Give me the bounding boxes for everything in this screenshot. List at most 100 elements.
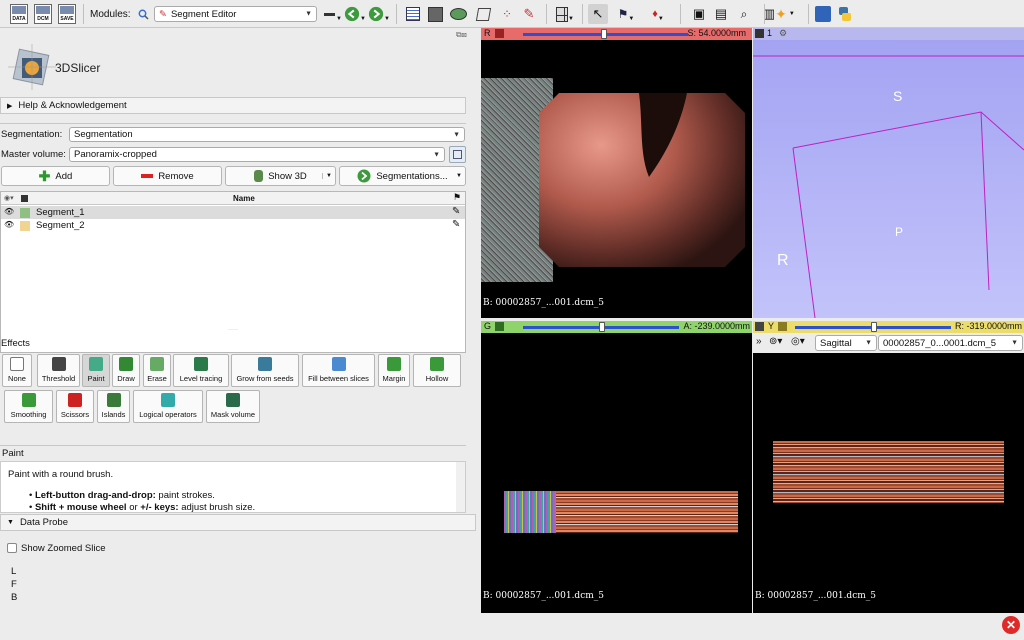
scene-view-button[interactable]: ▤ bbox=[712, 4, 730, 24]
edit-pencil-icon[interactable]: ✎ bbox=[452, 219, 460, 230]
master-volume-options-button[interactable] bbox=[449, 146, 466, 163]
effect-button-mask-volume[interactable]: Mask volume bbox=[206, 390, 260, 423]
effect-button-draw[interactable]: Draw bbox=[112, 354, 140, 387]
place-point-button[interactable]: ♦ ▼ bbox=[646, 4, 670, 24]
effect-label: Smoothing bbox=[10, 410, 47, 419]
green-slider-handle[interactable] bbox=[599, 322, 605, 332]
effect-icon-smoothing bbox=[21, 393, 36, 407]
effect-button-level-tracing[interactable]: Level tracing bbox=[173, 354, 229, 387]
effect-button-hollow[interactable]: Hollow bbox=[413, 354, 461, 387]
effect-button-erase[interactable]: Erase bbox=[143, 354, 171, 387]
red-slice-controller[interactable]: R S: 54.0000mm bbox=[481, 28, 752, 40]
extension-manager-button[interactable] bbox=[814, 4, 832, 24]
effect-button-none[interactable]: None bbox=[2, 354, 32, 387]
red-slice-view[interactable]: B: 00002857_...001.dcm_5 bbox=[481, 40, 752, 318]
markups-module-button[interactable]: ⁘ bbox=[498, 4, 516, 24]
select-mode-button[interactable]: ↖ bbox=[588, 4, 608, 24]
effect-button-margin[interactable]: Margin bbox=[378, 354, 410, 387]
models-module-button[interactable] bbox=[448, 4, 468, 24]
load-data-button[interactable]: DATA bbox=[10, 4, 28, 24]
red-slider-handle[interactable] bbox=[601, 29, 607, 39]
yellow-slice-controller[interactable]: Y R: -319.0000mm bbox=[753, 321, 1024, 333]
table-row[interactable]: 👁 Segment_2 ✎ bbox=[1, 219, 465, 232]
effect-label: Draw bbox=[117, 374, 135, 383]
status-bar bbox=[481, 613, 1024, 640]
eye-icon[interactable]: 👁 bbox=[4, 207, 14, 216]
eye-visibility-icon[interactable]: ◎▾ bbox=[791, 336, 805, 347]
error-log-icon[interactable]: ✕ bbox=[1002, 616, 1020, 634]
effect-button-fill-between-slices[interactable]: Fill between slices bbox=[302, 354, 375, 387]
module-selector[interactable]: ✎ Segment Editor ▼ bbox=[154, 6, 317, 22]
pin-icon[interactable] bbox=[495, 322, 504, 331]
effect-button-paint[interactable]: Paint bbox=[82, 354, 110, 387]
data-module-button[interactable] bbox=[404, 4, 422, 24]
effect-label: Level tracing bbox=[179, 374, 223, 383]
effect-button-islands[interactable]: Islands bbox=[97, 390, 130, 423]
show-zoomed-checkbox[interactable] bbox=[7, 543, 17, 553]
bounding-box-outline bbox=[753, 55, 1024, 318]
panorama-strip bbox=[773, 441, 1004, 503]
yellow-slider-handle[interactable] bbox=[871, 322, 877, 332]
help-section-header[interactable]: ▶ Help & Acknowledgement bbox=[0, 97, 466, 114]
chevrons-icon[interactable]: » bbox=[756, 336, 762, 347]
effect-icon-margin bbox=[387, 357, 401, 371]
effect-label: Margin bbox=[382, 374, 406, 383]
show-3d-button[interactable]: Show 3D ▼ bbox=[225, 166, 336, 186]
orientation-selector[interactable]: Sagittal ▼ bbox=[815, 335, 877, 351]
green-view-letter: G bbox=[484, 321, 492, 331]
effect-button-logical-operators[interactable]: Logical operators bbox=[133, 390, 203, 423]
layout-button[interactable]: ▼ bbox=[556, 4, 574, 24]
segmentations-button[interactable]: Segmentations... ▼ bbox=[339, 166, 466, 186]
effect-icon-none bbox=[10, 357, 24, 371]
brain-icon bbox=[449, 8, 467, 20]
pin-icon[interactable] bbox=[755, 322, 764, 331]
screenshot-button[interactable]: ▣ bbox=[690, 4, 708, 24]
editor-module-button[interactable]: ✎ bbox=[520, 4, 538, 24]
forward-button[interactable]: ▼ bbox=[368, 4, 390, 24]
add-segment-button[interactable]: ✚ Add bbox=[1, 166, 110, 186]
module-search-icon[interactable] bbox=[136, 4, 150, 24]
segmentation-selector[interactable]: Segmentation ▼ bbox=[69, 127, 465, 142]
table-row[interactable]: 👁 Segment_1 ✎ bbox=[1, 206, 465, 219]
view-settings-icon[interactable]: ⚙ bbox=[779, 28, 787, 39]
effect-icon-draw bbox=[119, 357, 133, 371]
markups-icon: ⁘ bbox=[501, 7, 513, 21]
python-console-button[interactable] bbox=[836, 4, 854, 24]
pin-icon[interactable] bbox=[755, 29, 764, 38]
effect-button-threshold[interactable]: Threshold bbox=[37, 354, 80, 387]
transforms-module-button[interactable] bbox=[474, 4, 492, 24]
place-mode-button[interactable]: ⚑ ▼ bbox=[614, 4, 638, 24]
show-3d-icon bbox=[254, 170, 264, 182]
effect-button-smoothing[interactable]: Smoothing bbox=[4, 390, 53, 423]
segment-color-swatch[interactable] bbox=[20, 221, 30, 231]
threed-view-controller[interactable]: 1 ⚙ bbox=[753, 28, 1024, 40]
volumes-module-button[interactable] bbox=[426, 4, 444, 24]
back-button[interactable]: ▼ bbox=[344, 4, 366, 24]
data-probe-header[interactable]: ▼ Data Probe bbox=[0, 514, 476, 531]
yellow-slice-view[interactable]: B: 00002857_...001.dcm_5 bbox=[753, 353, 1024, 613]
volume-selector[interactable]: 00002857_0...0001.dcm_5 ▼ bbox=[878, 335, 1023, 351]
help-scrollbar[interactable] bbox=[456, 462, 465, 512]
eye-icon[interactable]: 👁 bbox=[4, 220, 14, 229]
effect-button-scissors[interactable]: Scissors bbox=[56, 390, 94, 423]
save-button[interactable]: SAVE bbox=[58, 4, 76, 24]
master-volume-selector[interactable]: Panoramix-cropped ▼ bbox=[69, 147, 445, 162]
yellow-view-letter: Y bbox=[768, 321, 775, 331]
green-slice-controller[interactable]: G A: -239.0000mm bbox=[481, 321, 752, 333]
panel-float-button[interactable]: ⧉⊠ bbox=[456, 30, 467, 40]
pin-icon[interactable] bbox=[778, 322, 787, 331]
threed-view[interactable]: S P R bbox=[753, 40, 1024, 318]
green-slice-view[interactable]: B: 00002857_...001.dcm_5 bbox=[481, 333, 752, 613]
edit-pencil-icon[interactable]: ✎ bbox=[452, 206, 460, 217]
crosshair-button[interactable]: ✦ ▼ bbox=[770, 4, 800, 24]
splitter-handle[interactable]: ····· bbox=[228, 327, 238, 333]
effect-icon-grow-from-seeds bbox=[258, 357, 272, 371]
remove-segment-button[interactable]: Remove bbox=[113, 166, 222, 186]
link-icon[interactable]: ⊚▾ bbox=[769, 336, 782, 347]
pin-icon[interactable] bbox=[495, 29, 504, 38]
segment-color-swatch[interactable] bbox=[20, 208, 30, 218]
module-history-button[interactable]: ▼ bbox=[324, 4, 342, 24]
load-dicom-button[interactable]: DCM bbox=[34, 4, 52, 24]
effect-button-grow-from-seeds[interactable]: Grow from seeds bbox=[231, 354, 299, 387]
search-scene-button[interactable]: ⌕ bbox=[734, 4, 754, 24]
